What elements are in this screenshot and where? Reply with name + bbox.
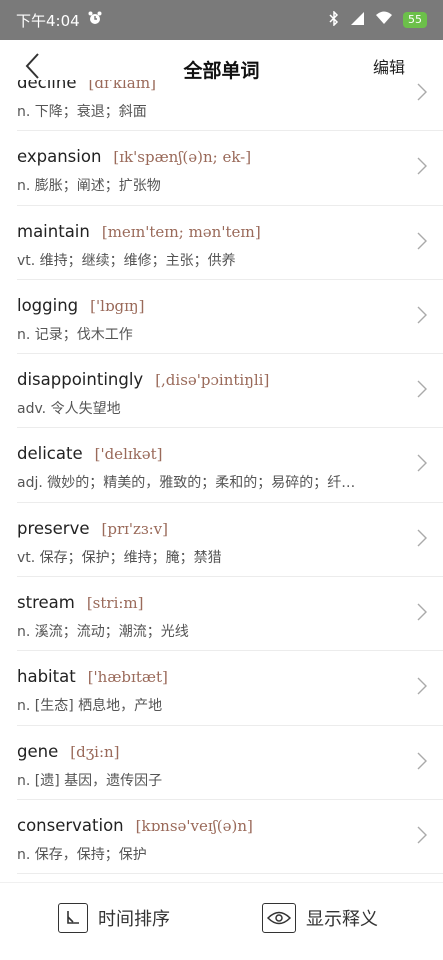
word-definition: n. 保存，保持；保护 [17,846,147,863]
clock-icon [58,903,88,933]
word-definition: n. 溪流；流动；潮流；光线 [17,624,189,641]
word-definition: adv. 令人失望地 [17,401,121,418]
time-sort-button[interactable]: 时间排序 [58,903,170,933]
word-phonetic: ['lɒgɪŋ] [90,296,145,315]
word-definition: n. 膨胀；阐述；扩张物 [17,178,161,195]
word-line: logging ['lɒgɪŋ] [17,296,144,315]
edit-button[interactable]: 编辑 [373,54,405,78]
word-row-decline[interactable]: decline [dɪ'klaɪn] n. 下降；衰退；斜面 [17,80,443,132]
word-text: delicate [17,444,83,464]
chevron-right-icon [417,83,427,105]
word-line: preserve [prɪ'zɜ:v] [17,519,168,538]
word-row-conservation[interactable]: conservation [kɒnsə'veɪʃ(ə)n] n. 保存，保持；保护 [17,800,443,875]
chevron-right-icon [417,603,427,625]
word-line: habitat ['hæbɪtæt] [17,667,168,686]
word-phonetic: [kɒnsə'veɪʃ(ə)n] [135,816,253,835]
word-phonetic: [dʒi:n] [70,742,120,761]
word-row-habitat[interactable]: habitat ['hæbɪtæt] n. [生态] 栖息地，产地 [17,651,443,726]
signal-icon [349,11,365,30]
word-definition: n. [生态] 栖息地，产地 [17,698,163,715]
word-row-preserve[interactable]: preserve [prɪ'zɜ:v] vt. 保存；保护；维持；腌；禁猎 [17,503,443,578]
word-phonetic: ['hæbɪtæt] [87,668,168,687]
word-definition: n. [遗] 基因，遗传因子 [17,772,163,789]
word-text: conservation [17,815,124,835]
word-row-stream[interactable]: stream [stri:m] n. 溪流；流动；潮流；光线 [17,577,443,652]
word-text: disappointingly [17,370,144,390]
word-definition: n. 记录；伐木工作 [17,326,133,343]
bottom-toolbar: 时间排序 显示释义 [0,882,443,960]
word-text: expansion [17,147,102,167]
word-text: gene [17,741,59,761]
word-row-disappointingly[interactable]: disappointingly [,disə'pɔintiŋli] adv. 令人… [17,354,443,429]
word-line: disappointingly [,disə'pɔintiŋli] [17,370,269,389]
chevron-right-icon [417,232,427,254]
status-right: 55 [329,9,427,30]
word-line: expansion [ɪk'spænʃ(ə)n; ek-] [17,147,251,166]
word-definition: n. 下降；衰退；斜面 [17,104,147,120]
chevron-right-icon [417,157,427,179]
word-list[interactable]: decline [dɪ'klaɪn] n. 下降；衰退；斜面 expansion [… [0,80,443,882]
time-sort-label: 时间排序 [98,909,170,930]
word-row-logging[interactable]: logging ['lɒgɪŋ] n. 记录；伐木工作 [17,280,443,355]
word-line: decline [dɪ'klaɪn] [17,80,156,92]
word-text: maintain [17,221,90,241]
chevron-right-icon [417,306,427,328]
status-time: 下午4:04 [16,11,80,30]
word-line: gene [dʒi:n] [17,742,120,761]
status-left: 下午4:04 [16,10,102,31]
show-definition-button[interactable]: 显示释义 [262,903,378,933]
word-phonetic: [dɪ'klaɪn] [88,80,156,92]
word-text: logging [17,295,79,315]
word-phonetic: [,disə'pɔintiŋli] [155,371,270,390]
chevron-right-icon [417,454,427,476]
chevron-right-icon [417,752,427,774]
word-definition: adj. 微妙的；精美的，雅致的；柔和的；易碎的；纤… [17,475,356,492]
word-line: delicate ['delɪkət] [17,444,163,463]
chevron-right-icon [417,677,427,699]
word-row-maintain[interactable]: maintain [meɪn'teɪn; mən'teɪn] vt. 维持；继续；… [17,206,443,280]
word-definition: vt. 保存；保护；维持；腌；禁猎 [17,549,222,566]
eye-icon [262,903,296,933]
word-phonetic: ['delɪkət] [94,445,163,464]
battery-indicator: 55 [403,12,427,28]
wifi-icon [375,11,393,29]
word-text: habitat [17,667,76,687]
word-phonetic: [ɪk'spænʃ(ə)n; ek-] [113,148,252,167]
word-text: decline [17,80,77,92]
word-list-inner: decline [dɪ'klaɪn] n. 下降；衰退；斜面 expansion [… [0,80,443,875]
word-line: conservation [kɒnsə'veɪʃ(ə)n] [17,816,253,835]
word-phonetic: [meɪn'teɪn; mən'teɪn] [101,222,261,241]
word-text: preserve [17,518,90,538]
word-definition: vt. 维持；继续；维修；主张；供养 [17,252,236,269]
word-row-expansion[interactable]: expansion [ɪk'spænʃ(ə)n; ek-] n. 膨胀；阐述；扩张… [17,131,443,206]
bluetooth-icon [329,9,339,30]
status-bar: 下午4:04 55 [0,0,443,40]
word-row-delicate[interactable]: delicate ['delɪkət] adj. 微妙的；精美的，雅致的；柔和的；… [17,428,443,503]
alarm-clock-icon [88,11,102,29]
chevron-right-icon [417,380,427,402]
word-line: maintain [meɪn'teɪn; mən'teɪn] [17,222,261,241]
word-phonetic: [stri:m] [86,594,144,613]
chevron-right-icon [417,826,427,848]
page-title: 全部单词 [183,59,260,82]
show-definition-label: 显示释义 [306,909,378,930]
word-text: stream [17,593,75,613]
word-line: stream [stri:m] [17,593,144,612]
chevron-right-icon [417,529,427,551]
word-phonetic: [prɪ'zɜ:v] [101,519,168,538]
word-row-gene[interactable]: gene [dʒi:n] n. [遗] 基因，遗传因子 [17,726,443,800]
